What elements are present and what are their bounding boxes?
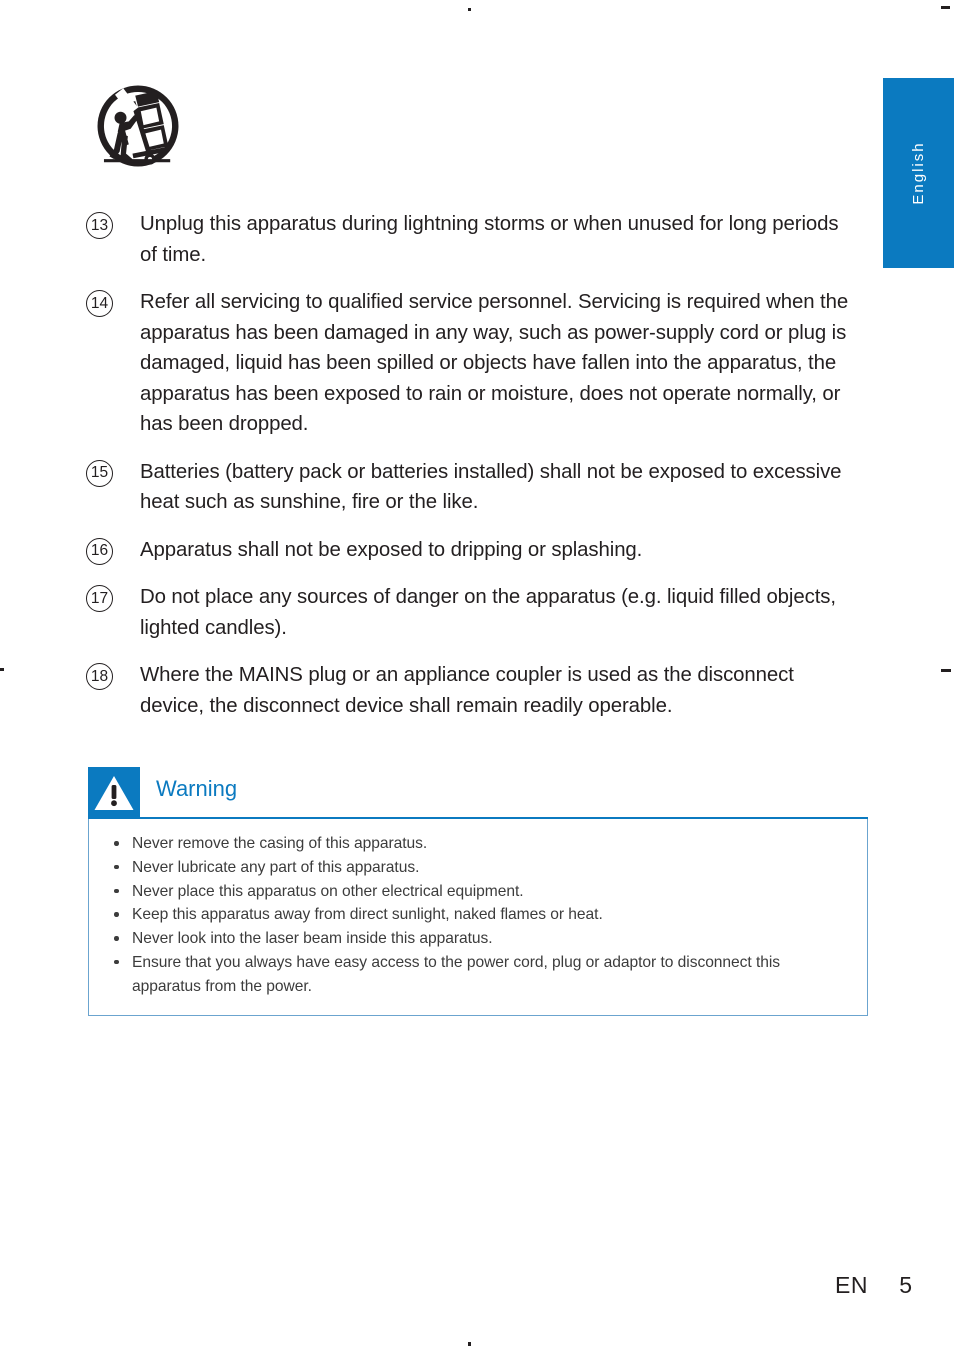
warning-body: Never remove the casing of this apparatu… <box>88 819 868 1016</box>
safety-item: 18 Where the MAINS plug or an appliance … <box>86 660 856 721</box>
safety-item-text: Where the MAINS plug or an appliance cou… <box>140 664 794 717</box>
warning-bullet-item: Ensure that you always have easy access … <box>103 951 853 999</box>
safety-item-number: 13 <box>86 212 113 239</box>
safety-item-text: Batteries (battery pack or batteries ins… <box>140 460 842 514</box>
safety-item-text: Do not place any sources of danger on th… <box>140 586 836 639</box>
safety-item-number: 18 <box>86 663 113 690</box>
crop-mark-top-right <box>941 6 950 9</box>
safety-item-text: Refer all servicing to qualified service… <box>140 291 849 435</box>
footer-language-code: EN <box>835 1272 868 1298</box>
safety-item-number: 14 <box>86 290 113 317</box>
warning-callout: Warning Never remove the casing of this … <box>88 767 868 1016</box>
footer-page-number: 5 <box>899 1272 912 1298</box>
cart-tipping-warning-icon <box>92 80 184 172</box>
safety-item-number: 15 <box>86 459 113 487</box>
warning-bullet-list: Never remove the casing of this apparatu… <box>103 832 853 999</box>
safety-instructions-list: 13 Unplug this apparatus during lightnin… <box>86 209 856 738</box>
safety-item-text: Unplug this apparatus during lightning s… <box>140 213 839 266</box>
language-side-tab: English <box>883 78 954 268</box>
warning-header: Warning <box>88 767 868 819</box>
warning-bullet-item: Never remove the casing of this apparatu… <box>103 832 853 856</box>
crop-mark-left-middle <box>0 668 4 671</box>
safety-item: 14 Refer all servicing to qualified serv… <box>86 287 856 440</box>
warning-bullet-item: Never lubricate any part of this apparat… <box>103 856 853 880</box>
warning-title-container: Warning <box>140 767 868 819</box>
safety-item: 13 Unplug this apparatus during lightnin… <box>86 209 856 270</box>
safety-item-text: Apparatus shall not be exposed to drippi… <box>140 538 643 561</box>
crop-mark-right-middle <box>941 669 951 672</box>
safety-item-number: 17 <box>86 585 113 612</box>
warning-triangle-icon <box>88 767 140 819</box>
safety-item: 15 Batteries (battery pack or batteries … <box>86 457 856 518</box>
safety-item: 16 Apparatus shall not be exposed to dri… <box>86 535 856 566</box>
warning-bullet-item: Never look into the laser beam inside th… <box>103 927 853 951</box>
safety-item: 17 Do not place any sources of danger on… <box>86 582 856 643</box>
warning-bullet-item: Keep this apparatus away from direct sun… <box>103 903 853 927</box>
safety-item-number: 16 <box>86 537 113 565</box>
warning-bullet-item: Never place this apparatus on other elec… <box>103 880 853 904</box>
crop-mark-top-center <box>468 8 471 11</box>
crop-mark-bottom-center <box>468 1342 471 1346</box>
warning-title: Warning <box>156 776 238 801</box>
page-footer: EN 5 <box>0 1272 954 1312</box>
language-side-tab-label: English <box>910 141 927 205</box>
